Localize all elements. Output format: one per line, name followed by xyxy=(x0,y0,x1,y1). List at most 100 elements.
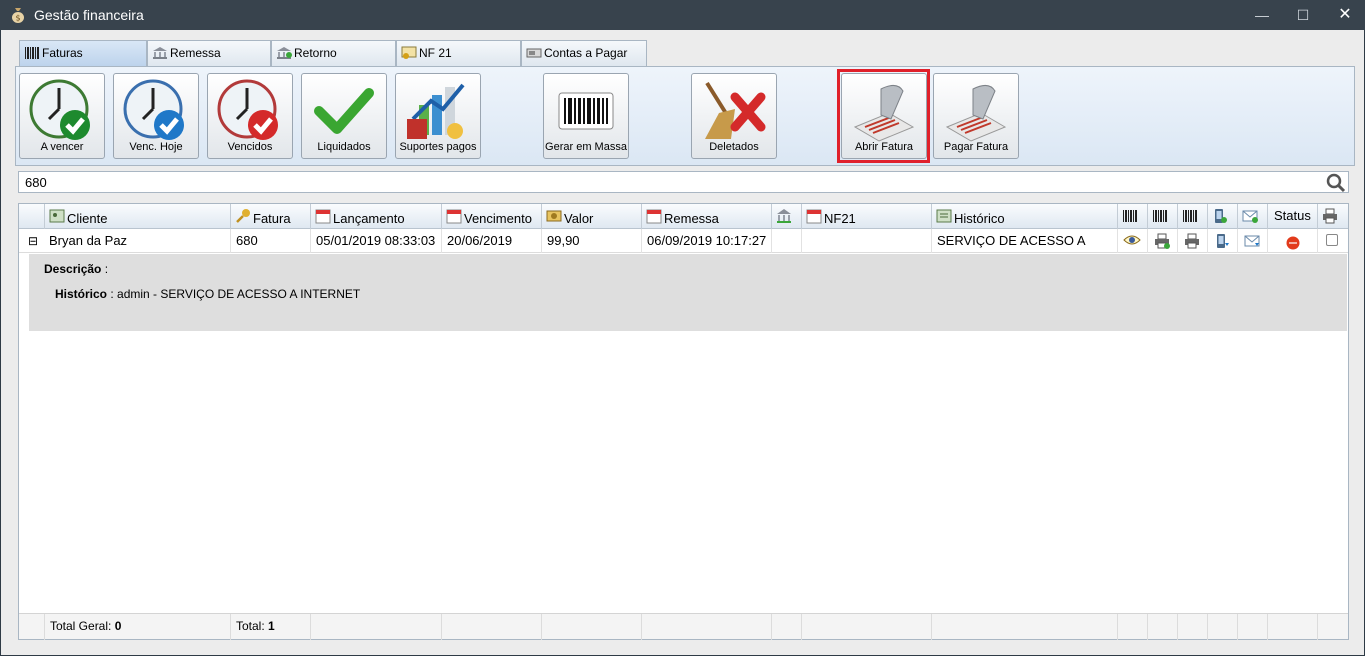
deletados-button[interactable]: Deletados xyxy=(691,73,777,159)
descricao-label: Descrição xyxy=(44,262,102,276)
column-historico[interactable]: Histórico xyxy=(931,204,1117,229)
total-value: 1 xyxy=(268,619,275,633)
pagar-fatura-button[interactable]: Pagar Fatura xyxy=(933,73,1019,159)
column-nf21[interactable]: NF21 xyxy=(801,204,931,229)
column-boleto-3[interactable] xyxy=(1177,204,1207,229)
invoice-grid: Cliente Fatura Lançamento Vencimento Val… xyxy=(18,203,1349,640)
barcode-icon xyxy=(1123,210,1137,222)
expand-toggle[interactable]: ⊟ xyxy=(19,229,44,253)
view-boleto-button[interactable] xyxy=(1117,229,1147,253)
print-carne-button[interactable] xyxy=(1177,229,1207,253)
column-vencimento[interactable]: Vencimento xyxy=(441,204,541,229)
cell-lancamento: 05/01/2019 08:33:03 xyxy=(310,229,441,253)
certificate-icon xyxy=(401,46,417,59)
footer-cell xyxy=(801,614,931,640)
column-remessa[interactable]: Remessa xyxy=(641,204,771,229)
vencidos-button[interactable]: Vencidos xyxy=(207,73,293,159)
send-sms-button[interactable] xyxy=(1207,229,1237,253)
column-sms[interactable] xyxy=(1207,204,1237,229)
barcode-icon xyxy=(1183,210,1197,222)
column-boleto-1[interactable] xyxy=(1117,204,1147,229)
minimize-button[interactable]: — xyxy=(1247,5,1277,25)
column-label: Cliente xyxy=(67,211,108,226)
calendar-icon xyxy=(446,209,462,224)
footer-cell xyxy=(1177,614,1207,640)
total-label: Total: xyxy=(236,619,265,633)
tab-label: NF 21 xyxy=(419,46,452,60)
barcode-icon xyxy=(1153,210,1167,222)
column-status[interactable]: Status xyxy=(1267,204,1317,229)
suportes-pagos-button[interactable]: Suportes pagos xyxy=(395,73,481,159)
footer-cell xyxy=(541,614,641,640)
gerar-em-massa-button[interactable]: Gerar em Massa xyxy=(543,73,629,159)
tab-label: Contas a Pagar xyxy=(544,46,628,60)
chart-report-icon xyxy=(407,83,465,139)
clock-red-check-icon xyxy=(217,79,278,140)
historico-value: : admin - SERVIÇO DE ACESSO A INTERNET xyxy=(110,287,361,301)
footer-cell xyxy=(1207,614,1237,640)
venc-hoje-button[interactable]: Venc. Hoje xyxy=(113,73,199,159)
column-valor[interactable]: Valor xyxy=(541,204,641,229)
footer-cell xyxy=(1317,614,1348,640)
column-lancamento[interactable]: Lançamento xyxy=(310,204,441,229)
abrir-fatura-button[interactable]: Abrir Fatura xyxy=(841,73,927,159)
tab-faturas[interactable]: Faturas xyxy=(19,40,147,66)
historico-label: Histórico xyxy=(55,287,108,301)
footer-cell xyxy=(1147,614,1177,640)
footer-cell xyxy=(641,614,771,640)
button-label: Liquidados xyxy=(317,141,371,153)
email-icon xyxy=(1244,235,1260,247)
grid-header: Cliente Fatura Lançamento Vencimento Val… xyxy=(19,204,1348,229)
total-geral-label: Total Geral: xyxy=(50,619,112,633)
total: Total: 1 xyxy=(230,614,310,640)
tab-retorno[interactable]: Retorno xyxy=(271,40,396,66)
calendar-icon xyxy=(315,209,331,224)
liquidados-button[interactable]: Liquidados xyxy=(301,73,387,159)
column-label: Vencimento xyxy=(464,211,532,226)
cell-vencimento: 20/06/2019 xyxy=(441,229,541,253)
send-email-button[interactable] xyxy=(1237,229,1267,253)
search-box xyxy=(18,171,1349,193)
phone-icon xyxy=(1215,209,1227,223)
column-boleto-2[interactable] xyxy=(1147,204,1177,229)
button-label: Abrir Fatura xyxy=(854,141,914,153)
maximize-button[interactable]: ☐ xyxy=(1288,5,1318,25)
column-label: Histórico xyxy=(954,211,1005,226)
row-detail-panel: Descrição : Histórico : admin - SERVIÇO … xyxy=(29,254,1347,331)
select-checkbox[interactable] xyxy=(1317,229,1348,253)
close-button[interactable]: ✕ xyxy=(1330,5,1360,25)
key-icon xyxy=(236,209,250,223)
svg-text:$: $ xyxy=(15,14,20,23)
checkbox[interactable] xyxy=(1326,234,1338,246)
tab-nf21[interactable]: NF 21 xyxy=(396,40,521,66)
column-label: Lançamento xyxy=(333,211,405,226)
column-email[interactable] xyxy=(1237,204,1267,229)
bank-return-icon xyxy=(277,47,292,59)
footer-cell xyxy=(931,614,1117,640)
status-dot-icon xyxy=(1286,236,1300,250)
eye-icon xyxy=(1123,235,1141,245)
cell-nf21 xyxy=(801,229,931,253)
main-panel: Faturas Remessa Retorno NF 21 Contas a P… xyxy=(1,30,1364,655)
barcode-scanner-icon xyxy=(853,85,915,142)
column-print[interactable] xyxy=(1317,204,1348,229)
search-icon[interactable] xyxy=(1326,173,1346,193)
column-fatura[interactable]: Fatura xyxy=(230,204,310,229)
tab-contas-a-pagar[interactable]: Contas a Pagar xyxy=(521,40,647,66)
tab-remessa[interactable]: Remessa xyxy=(147,40,271,66)
money-bag-icon: $ xyxy=(12,8,24,23)
print-boleto-button[interactable] xyxy=(1147,229,1177,253)
column-cliente[interactable]: Cliente xyxy=(44,204,230,229)
client-icon xyxy=(49,209,65,223)
cell-historico: SERVIÇO DE ACESSO A xyxy=(931,229,1117,253)
search-input[interactable] xyxy=(25,174,1315,190)
column-banco[interactable] xyxy=(771,204,801,229)
footer-cell xyxy=(1267,614,1317,640)
a-vencer-button[interactable]: A vencer xyxy=(19,73,105,159)
button-label: Deletados xyxy=(709,141,759,153)
window-title: Gestão financeira xyxy=(34,7,144,23)
total-geral-value: 0 xyxy=(114,619,122,633)
footer-cell xyxy=(310,614,441,640)
table-row[interactable]: ⊟ Bryan da Paz 680 05/01/2019 08:33:03 2… xyxy=(19,229,1348,253)
grid-footer: Total Geral: 0 Total: 1 xyxy=(19,613,1348,640)
